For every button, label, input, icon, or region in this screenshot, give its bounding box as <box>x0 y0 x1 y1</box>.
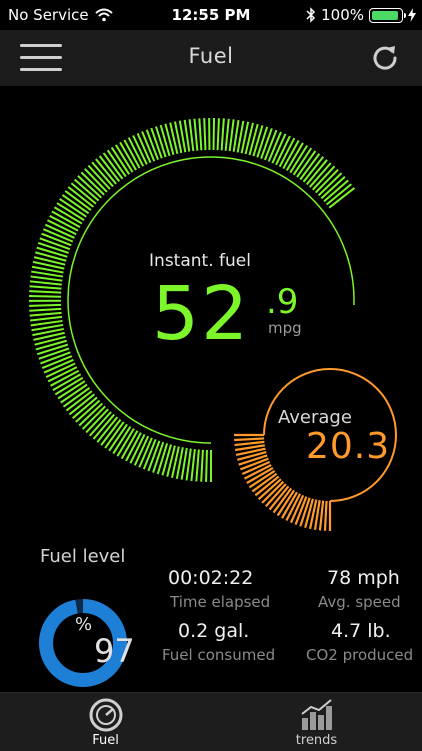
fuel-level-label: Fuel level <box>40 546 125 567</box>
tab-trends[interactable]: trends <box>211 693 422 751</box>
average-label: Average <box>278 407 352 428</box>
status-right: 100% <box>306 6 416 24</box>
instant-fuel-decimal: .9 <box>266 282 298 322</box>
instant-fuel-value: 52 <box>152 274 250 354</box>
gauge-tick <box>29 305 61 306</box>
gauge-tick <box>253 125 262 156</box>
status-bar: No Service 12:55 PM 100% <box>0 0 422 30</box>
fuel-consumed-value: 0.2 gal. <box>178 620 249 642</box>
gauge-tick <box>31 276 63 280</box>
gauge-tick <box>234 438 264 440</box>
fuel-level-value: 97 <box>94 632 135 670</box>
gauge-tick <box>31 321 63 325</box>
gauge-tick <box>158 443 167 474</box>
tab-bar: Fuel trends <box>0 692 422 751</box>
time-elapsed-value: 00:02:22 <box>168 567 253 589</box>
gauge-tick <box>199 118 201 150</box>
average-value: 20.3 <box>306 426 390 467</box>
trip-stats: Fuel level % 97 00:02:22 Time elapsed 78… <box>0 536 422 692</box>
instant-fuel-unit: mpg <box>268 319 302 337</box>
battery-icon <box>369 8 403 23</box>
gauge-tick <box>162 445 171 476</box>
gauge-tick <box>190 119 194 151</box>
gauge-tick <box>36 341 67 350</box>
tab-trends-label: trends <box>211 733 422 748</box>
gauge-tick <box>214 118 215 150</box>
instant-fuel-label: Instant. fuel <box>130 251 270 271</box>
gauge-tick <box>30 281 62 284</box>
fuel-gauge-area: Instant. fuel 52 .9 mpg Average 20.3 <box>0 86 422 536</box>
gauge-tick <box>226 119 229 151</box>
gauge-tick <box>230 119 234 151</box>
gauge-tick <box>29 296 61 297</box>
gauge-tick <box>222 118 224 150</box>
fuel-level-percent-symbol: % <box>75 614 92 635</box>
fuel-gauge-icon <box>88 698 124 732</box>
gauge-tick <box>30 286 62 288</box>
gauge-tick <box>29 309 61 311</box>
gauge-tick <box>37 248 68 257</box>
bluetooth-icon <box>306 7 316 23</box>
gauge-tick <box>235 442 265 445</box>
refresh-icon[interactable] <box>370 42 400 72</box>
tab-fuel[interactable]: Fuel <box>0 693 211 751</box>
co2-label: CO2 produced <box>306 646 413 664</box>
gauge-tick <box>187 449 191 481</box>
gauge-tick <box>29 291 61 293</box>
gauge-tick <box>325 501 327 531</box>
co2-value: 4.7 lb. <box>331 620 391 642</box>
avg-speed-value: 78 mph <box>327 567 400 589</box>
battery-percent: 100% <box>321 6 364 24</box>
charging-bolt-icon <box>408 8 416 22</box>
trends-chart-icon <box>299 698 335 732</box>
gauge-tick <box>30 317 62 321</box>
tab-fuel-label: Fuel <box>0 733 211 748</box>
nav-bar: Fuel <box>0 30 422 86</box>
gauge-tick <box>161 125 170 156</box>
fuel-consumed-label: Fuel consumed <box>162 646 275 664</box>
gauge-tick <box>196 450 199 482</box>
avg-speed-label: Avg. speed <box>318 593 401 611</box>
gauge-tick <box>204 118 205 150</box>
gauge-tick <box>191 449 194 481</box>
gauge-tick <box>206 450 207 482</box>
gauge-tick <box>201 450 203 482</box>
time-elapsed-label: Time elapsed <box>170 593 270 611</box>
gauge-tick <box>37 345 68 355</box>
gauge-tick <box>194 119 197 151</box>
gauge-tick <box>320 501 323 531</box>
page-title: Fuel <box>0 44 422 68</box>
gauge-tick <box>218 118 219 150</box>
gauge-tick <box>30 313 62 316</box>
